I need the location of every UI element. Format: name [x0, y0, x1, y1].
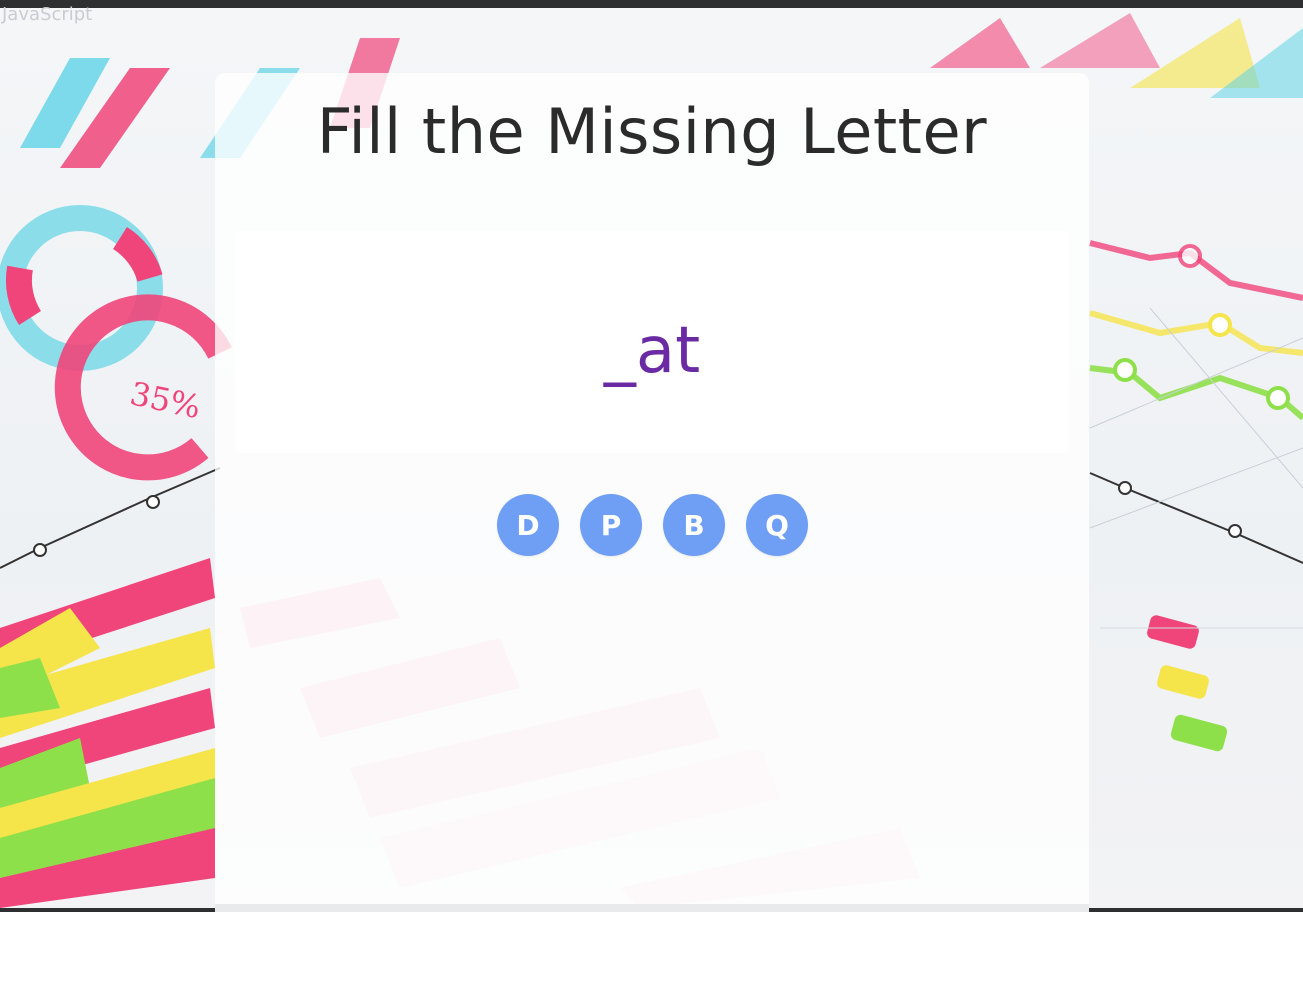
card-footer-strip: [215, 904, 1089, 912]
option-q-button[interactable]: Q: [746, 494, 808, 556]
letter-options: D P B Q: [497, 494, 808, 556]
app-viewport: 35% JavaScript Fill the Missing Letter _…: [0, 0, 1303, 912]
missing-letter-word: _at: [603, 314, 701, 388]
option-d-button[interactable]: D: [497, 494, 559, 556]
option-p-button[interactable]: P: [580, 494, 642, 556]
word-panel: _at: [235, 231, 1069, 453]
game-title: Fill the Missing Letter: [316, 95, 988, 168]
game-card: Fill the Missing Letter _at D P B Q: [215, 73, 1089, 912]
option-b-button[interactable]: B: [663, 494, 725, 556]
decor-percent-label: 35%: [127, 374, 204, 426]
top-left-caption: JavaScript: [2, 4, 93, 25]
